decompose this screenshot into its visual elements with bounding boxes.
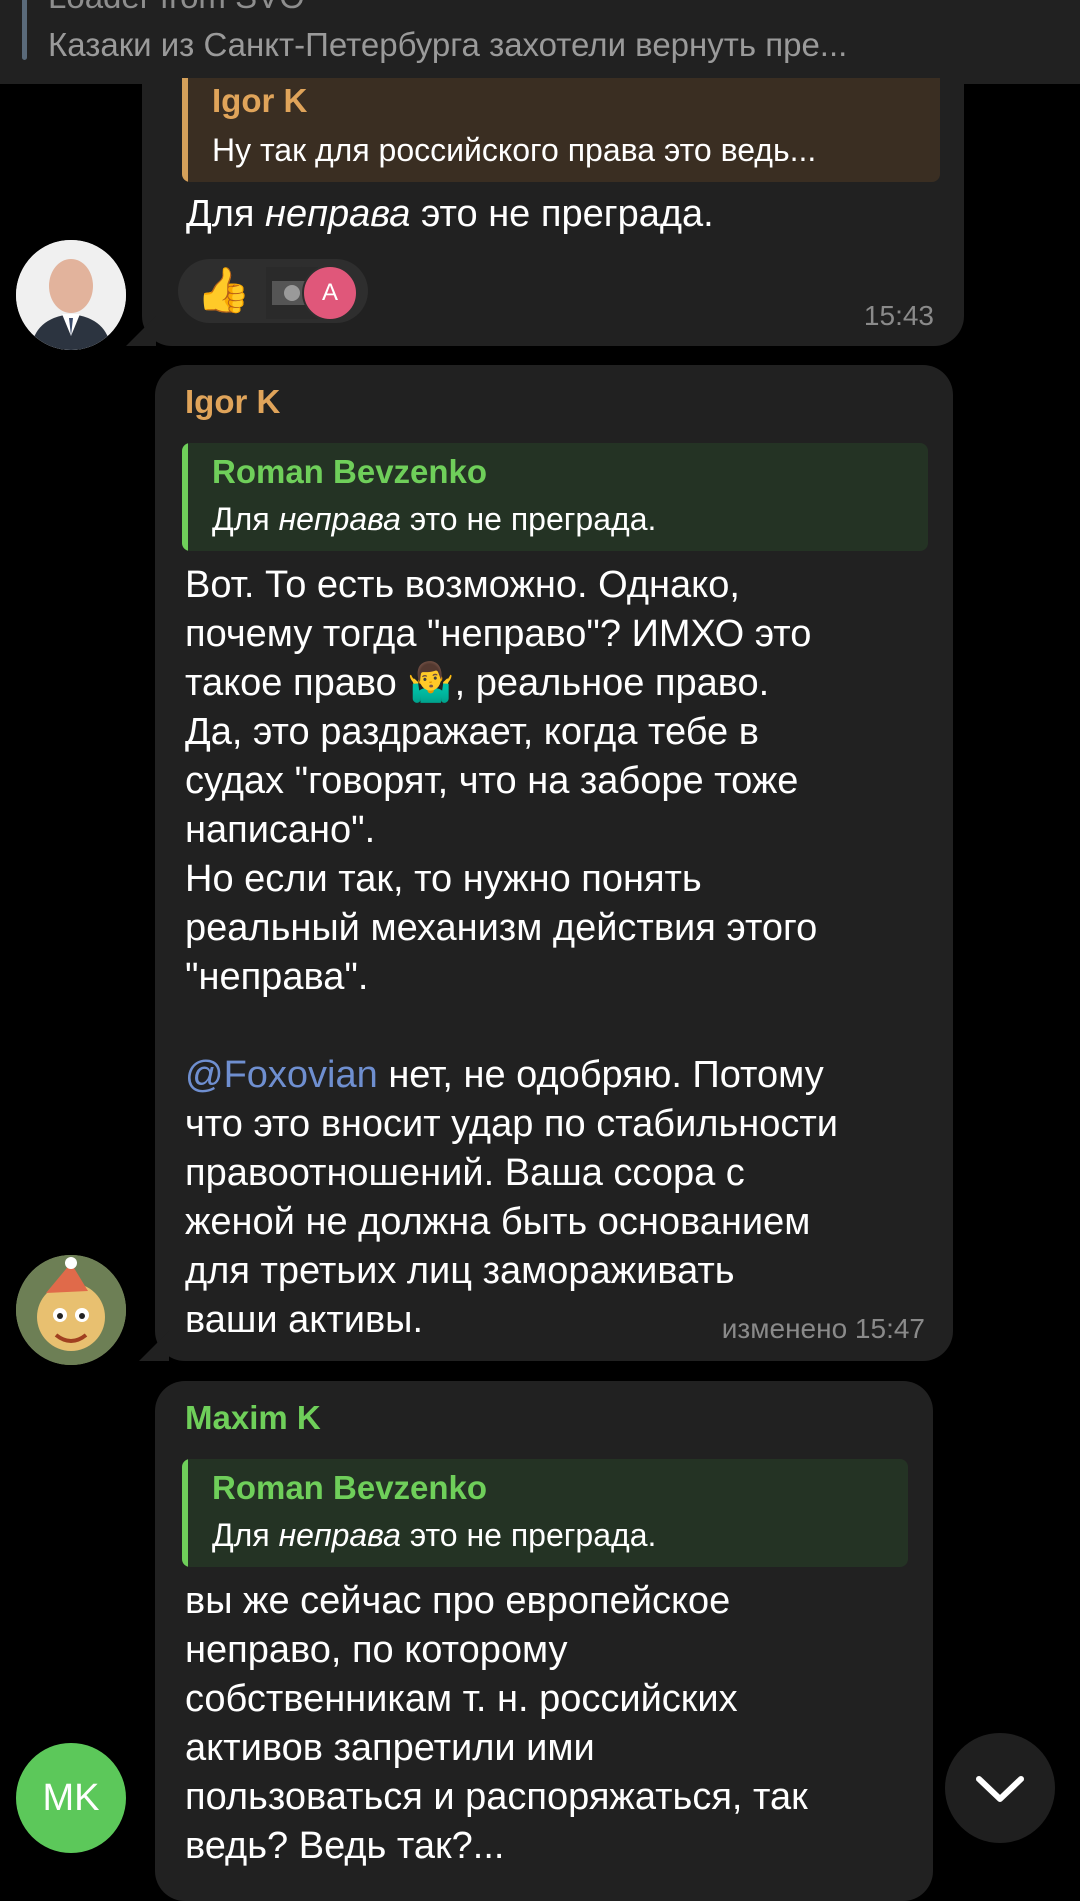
message-bubble[interactable]: Maxim K Roman Bevzenko Для неправа это н… (155, 1381, 933, 1901)
avatar[interactable] (16, 1255, 126, 1365)
text-part: Для (212, 501, 279, 537)
pinned-title: Loader from SVO (48, 0, 305, 16)
message-text: Вот. То есть возможно. Однако, почему то… (185, 561, 945, 1345)
shrug-icon: 🤷‍♂️ (407, 662, 455, 704)
text-part: это не преграда. (410, 193, 714, 235)
reply-quote[interactable]: Igor K Ну так для российского права это … (182, 78, 940, 182)
person-photo-icon (16, 240, 126, 350)
scroll-down-button[interactable] (945, 1733, 1055, 1843)
message-time: изменено 15:47 (721, 1313, 925, 1344)
pinned-text: Казаки из Санкт-Петербурга захотели верн… (48, 26, 848, 63)
message-bubble[interactable]: Igor K Roman Bevzenko Для неправа это не… (139, 365, 953, 1361)
text-part: это не преграда. (400, 1517, 657, 1553)
sender-name: Maxim K (185, 1399, 321, 1436)
reply-quote[interactable]: Roman Bevzenko Для неправа это не прегра… (182, 443, 928, 551)
text-italic: неправа (278, 501, 401, 537)
text-part: Для (212, 1517, 279, 1553)
reply-bar (182, 443, 188, 551)
reply-sender: Igor K (212, 82, 308, 119)
mention-link[interactable]: @Foxovian (185, 1054, 378, 1096)
reaction-chip[interactable]: 👍 A (178, 259, 368, 323)
avatar-mk[interactable]: MK (16, 1743, 126, 1853)
reply-text: Для неправа это не преграда. (212, 1517, 656, 1554)
message-text: вы же сейчас про европейское неправо, по… (185, 1580, 808, 1867)
text-italic: неправа (265, 193, 411, 235)
text-part: Для (186, 193, 266, 235)
message-time: 15:43 (863, 300, 934, 331)
reply-quote[interactable]: Roman Bevzenko Для неправа это не прегра… (182, 1459, 908, 1567)
thumbs-up-icon: 👍 (196, 266, 251, 315)
reply-text: Ну так для российского права это ведь... (212, 132, 817, 168)
reply-text: Для неправа это не преграда. (212, 501, 656, 538)
text-part: это не преграда. (400, 501, 657, 537)
reply-bar (182, 1459, 188, 1567)
cartoon-avatar-icon (16, 1255, 126, 1365)
chevron-down-icon (976, 1776, 1024, 1802)
sender-name: Igor K (185, 383, 281, 420)
bubble-tail (126, 316, 156, 346)
reply-bar (182, 78, 188, 182)
reply-sender: Roman Bevzenko (212, 453, 488, 490)
bubble-tail (139, 1331, 169, 1361)
text-part: , реальное право. Да, это раздражает, ко… (185, 662, 818, 998)
reactor-avatar-letter: A (302, 265, 358, 321)
reply-sender: Roman Bevzenko (212, 1469, 488, 1506)
avatar[interactable] (16, 240, 126, 350)
avatar-initials: MK (42, 1776, 100, 1819)
text-part: нет, не одобряю. Потому что это вносит у… (185, 1054, 839, 1341)
pinned-message-bar[interactable]: Loader from SVO Казаки из Санкт-Петербур… (0, 0, 1080, 84)
message-text: Для неправа это не преграда. (186, 190, 714, 239)
pinned-indicator (22, 0, 27, 60)
text-italic: неправа (278, 1517, 401, 1553)
message-bubble[interactable]: Igor K Ну так для российского права это … (126, 74, 964, 346)
